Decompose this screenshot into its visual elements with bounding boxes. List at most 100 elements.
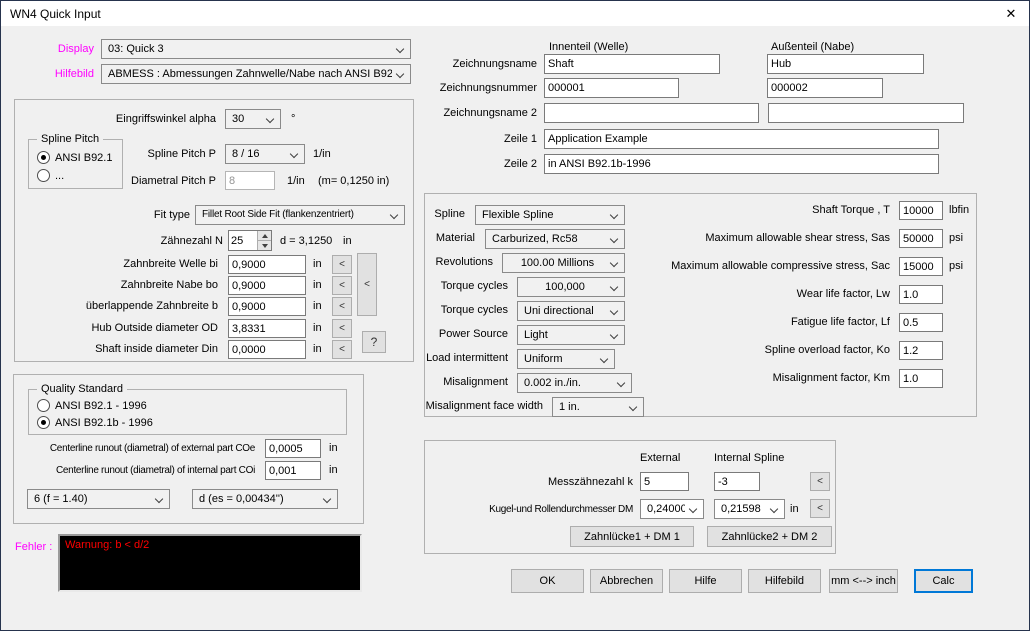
runout-external-label: Centerline runout (diametral) of externa… xyxy=(50,442,255,455)
abbrechen-button[interactable]: Abbrechen xyxy=(590,569,663,593)
hilfebild-value: ABMESS : Abmessungen Zahnwelle/Nabe nach… xyxy=(108,68,392,80)
radio-ansi-b921[interactable] xyxy=(37,151,50,164)
messzaehnezahl-internal-field[interactable] xyxy=(714,472,760,491)
max-compressive-stress-label: Maximum allowable compressive stress, Sa… xyxy=(671,260,890,273)
revolutions-select[interactable]: 100.00 Millions xyxy=(502,253,625,273)
max-shear-stress-label: Maximum allowable shear stress, Sas xyxy=(705,232,890,245)
misalignment-face-width-label: Misalignment face width xyxy=(426,400,543,413)
load-intermittent-select[interactable]: Uniform xyxy=(517,349,615,369)
copy-left-button[interactable]: < xyxy=(332,255,352,274)
hub-outside-diameter-field[interactable] xyxy=(228,319,306,338)
shaft-torque-field[interactable] xyxy=(899,201,943,220)
shaft-inside-diameter-field[interactable] xyxy=(228,340,306,359)
chevron-down-icon xyxy=(610,331,618,339)
wear-life-factor-field[interactable] xyxy=(899,285,943,304)
fit-type-value: Fillet Root Side Fit (flankenzentriert) xyxy=(202,209,386,220)
zaehnezahl-stepper[interactable] xyxy=(228,230,272,251)
hilfebild-label: Hilfebild xyxy=(55,68,94,81)
runout-external-field[interactable] xyxy=(265,439,321,458)
zaehnezahl-field[interactable] xyxy=(229,231,257,250)
spline-overload-factor-field[interactable] xyxy=(899,341,943,360)
radio-ansi-b921-1996[interactable] xyxy=(37,399,50,412)
fit-type-select[interactable]: Fillet Root Side Fit (flankenzentriert) xyxy=(195,205,405,225)
spline-pitch-unit: 1/in xyxy=(313,148,331,161)
calc-button[interactable]: Calc xyxy=(914,569,973,593)
tolerance-class-select[interactable]: 6 (f = 1.40) xyxy=(27,489,170,509)
tolerance-class-value: 6 (f = 1.40) xyxy=(34,493,151,505)
shaft-inside-diameter-label: Shaft inside diameter Din xyxy=(95,343,218,356)
load-intermittent-value: Uniform xyxy=(524,353,596,365)
stepper-up-icon[interactable] xyxy=(258,231,271,241)
misalignment-face-width-select[interactable]: 1 in. xyxy=(552,397,644,417)
copy-left-button[interactable]: < xyxy=(810,472,830,491)
radio-ansi-b921b-1996-label: ANSI B92.1b - 1996 xyxy=(55,417,153,430)
zahnbreite-welle-field[interactable] xyxy=(228,255,306,274)
zahnbreite-nabe-field[interactable] xyxy=(228,276,306,295)
material-value: Carburized, Rc58 xyxy=(492,233,606,245)
max-compressive-stress-field[interactable] xyxy=(899,257,943,276)
copy-left-button[interactable]: < xyxy=(332,276,352,295)
revolutions-value: 100.00 Millions xyxy=(509,257,606,269)
messzaehnezahl-label: Messzähnezahl k xyxy=(548,476,633,489)
torque-direction-label: Torque cycles xyxy=(441,304,508,317)
shaft-torque-label: Shaft Torque , T xyxy=(812,204,890,217)
zahnbreite-welle-unit: in xyxy=(313,258,322,271)
zahnluecke2-button[interactable]: Zahnlücke2 + DM 2 xyxy=(707,526,832,547)
spline-pitch-select[interactable]: 8 / 16 xyxy=(225,144,305,164)
torque-direction-select[interactable]: Uni directional xyxy=(517,301,625,321)
torque-cycles-select[interactable]: 100,000 xyxy=(517,277,625,297)
misalignment-label: Misalignment xyxy=(443,376,508,389)
radio-other-pitch[interactable] xyxy=(37,169,50,182)
power-source-select[interactable]: Light xyxy=(517,325,625,345)
durchmesser-external-value: 0,24000 xyxy=(647,503,685,515)
zeichnungsnummer-nabe-field[interactable] xyxy=(767,78,883,98)
zeichnungsname2-welle-field[interactable] xyxy=(544,103,759,123)
hilfebild-select[interactable]: ABMESS : Abmessungen Zahnwelle/Nabe nach… xyxy=(101,64,411,84)
spline-select[interactable]: Flexible Spline xyxy=(475,205,625,225)
display-select[interactable]: 03: Quick 3 xyxy=(101,39,411,59)
warning-message: Warnung: b < d/2 xyxy=(65,539,149,551)
fatigue-life-factor-field[interactable] xyxy=(899,313,943,332)
copy-all-left-button[interactable]: < xyxy=(357,253,377,316)
zeichnungsname-welle-field[interactable] xyxy=(544,54,720,74)
hilfebild-button[interactable]: Hilfebild xyxy=(748,569,821,593)
fit-allowance-select[interactable]: d (es = 0,00434'') xyxy=(192,489,338,509)
external-header: External xyxy=(640,452,680,465)
stepper-arrows[interactable] xyxy=(257,231,271,250)
eingriffswinkel-unit: ° xyxy=(291,113,295,126)
durchmesser-internal-select[interactable]: 0,21598 xyxy=(714,499,785,519)
help-button[interactable]: ? xyxy=(362,331,386,353)
eingriffswinkel-select[interactable]: 30 xyxy=(225,109,281,129)
copy-left-button[interactable]: < xyxy=(332,319,352,338)
max-shear-stress-field[interactable] xyxy=(899,229,943,248)
geometry-group: Eingriffswinkel alpha 30 ° Spline Pitch … xyxy=(14,99,414,362)
zeile2-field[interactable] xyxy=(544,154,939,174)
close-icon[interactable]: ✕ xyxy=(993,1,1029,26)
zeichnungsname-nabe-field[interactable] xyxy=(767,54,924,74)
zahnluecke1-button[interactable]: Zahnlücke1 + DM 1 xyxy=(570,526,694,547)
zeichnungsname2-nabe-field[interactable] xyxy=(768,103,964,123)
durchmesser-external-select[interactable]: 0,24000 xyxy=(640,499,704,519)
hilfe-button[interactable]: Hilfe xyxy=(669,569,742,593)
runout-internal-field[interactable] xyxy=(265,461,321,480)
ueberlappende-zahnbreite-field[interactable] xyxy=(228,297,306,316)
copy-left-button[interactable]: < xyxy=(332,340,352,359)
chevron-down-icon xyxy=(629,403,637,411)
radio-ansi-b921b-1996[interactable] xyxy=(37,416,50,429)
zeile1-field[interactable] xyxy=(544,129,939,149)
messzaehnezahl-external-field[interactable] xyxy=(640,472,689,491)
diametral-pitch-unit: 1/in xyxy=(287,175,305,188)
ok-button[interactable]: OK xyxy=(511,569,584,593)
runout-external-unit: in xyxy=(329,442,338,455)
pitch-diameter-unit: in xyxy=(343,235,352,248)
misalignment-select[interactable]: 0.002 in./in. xyxy=(517,373,632,393)
diametral-pitch-field[interactable] xyxy=(225,171,275,190)
zeichnungsnummer-welle-field[interactable] xyxy=(544,78,679,98)
copy-left-button[interactable]: < xyxy=(810,499,830,518)
chevron-down-icon xyxy=(266,115,274,123)
copy-left-button[interactable]: < xyxy=(332,297,352,316)
mm-inch-toggle-button[interactable]: mm <--> inch xyxy=(829,569,898,593)
stepper-down-icon[interactable] xyxy=(258,241,271,250)
material-select[interactable]: Carburized, Rc58 xyxy=(485,229,625,249)
misalignment-factor-field[interactable] xyxy=(899,369,943,388)
